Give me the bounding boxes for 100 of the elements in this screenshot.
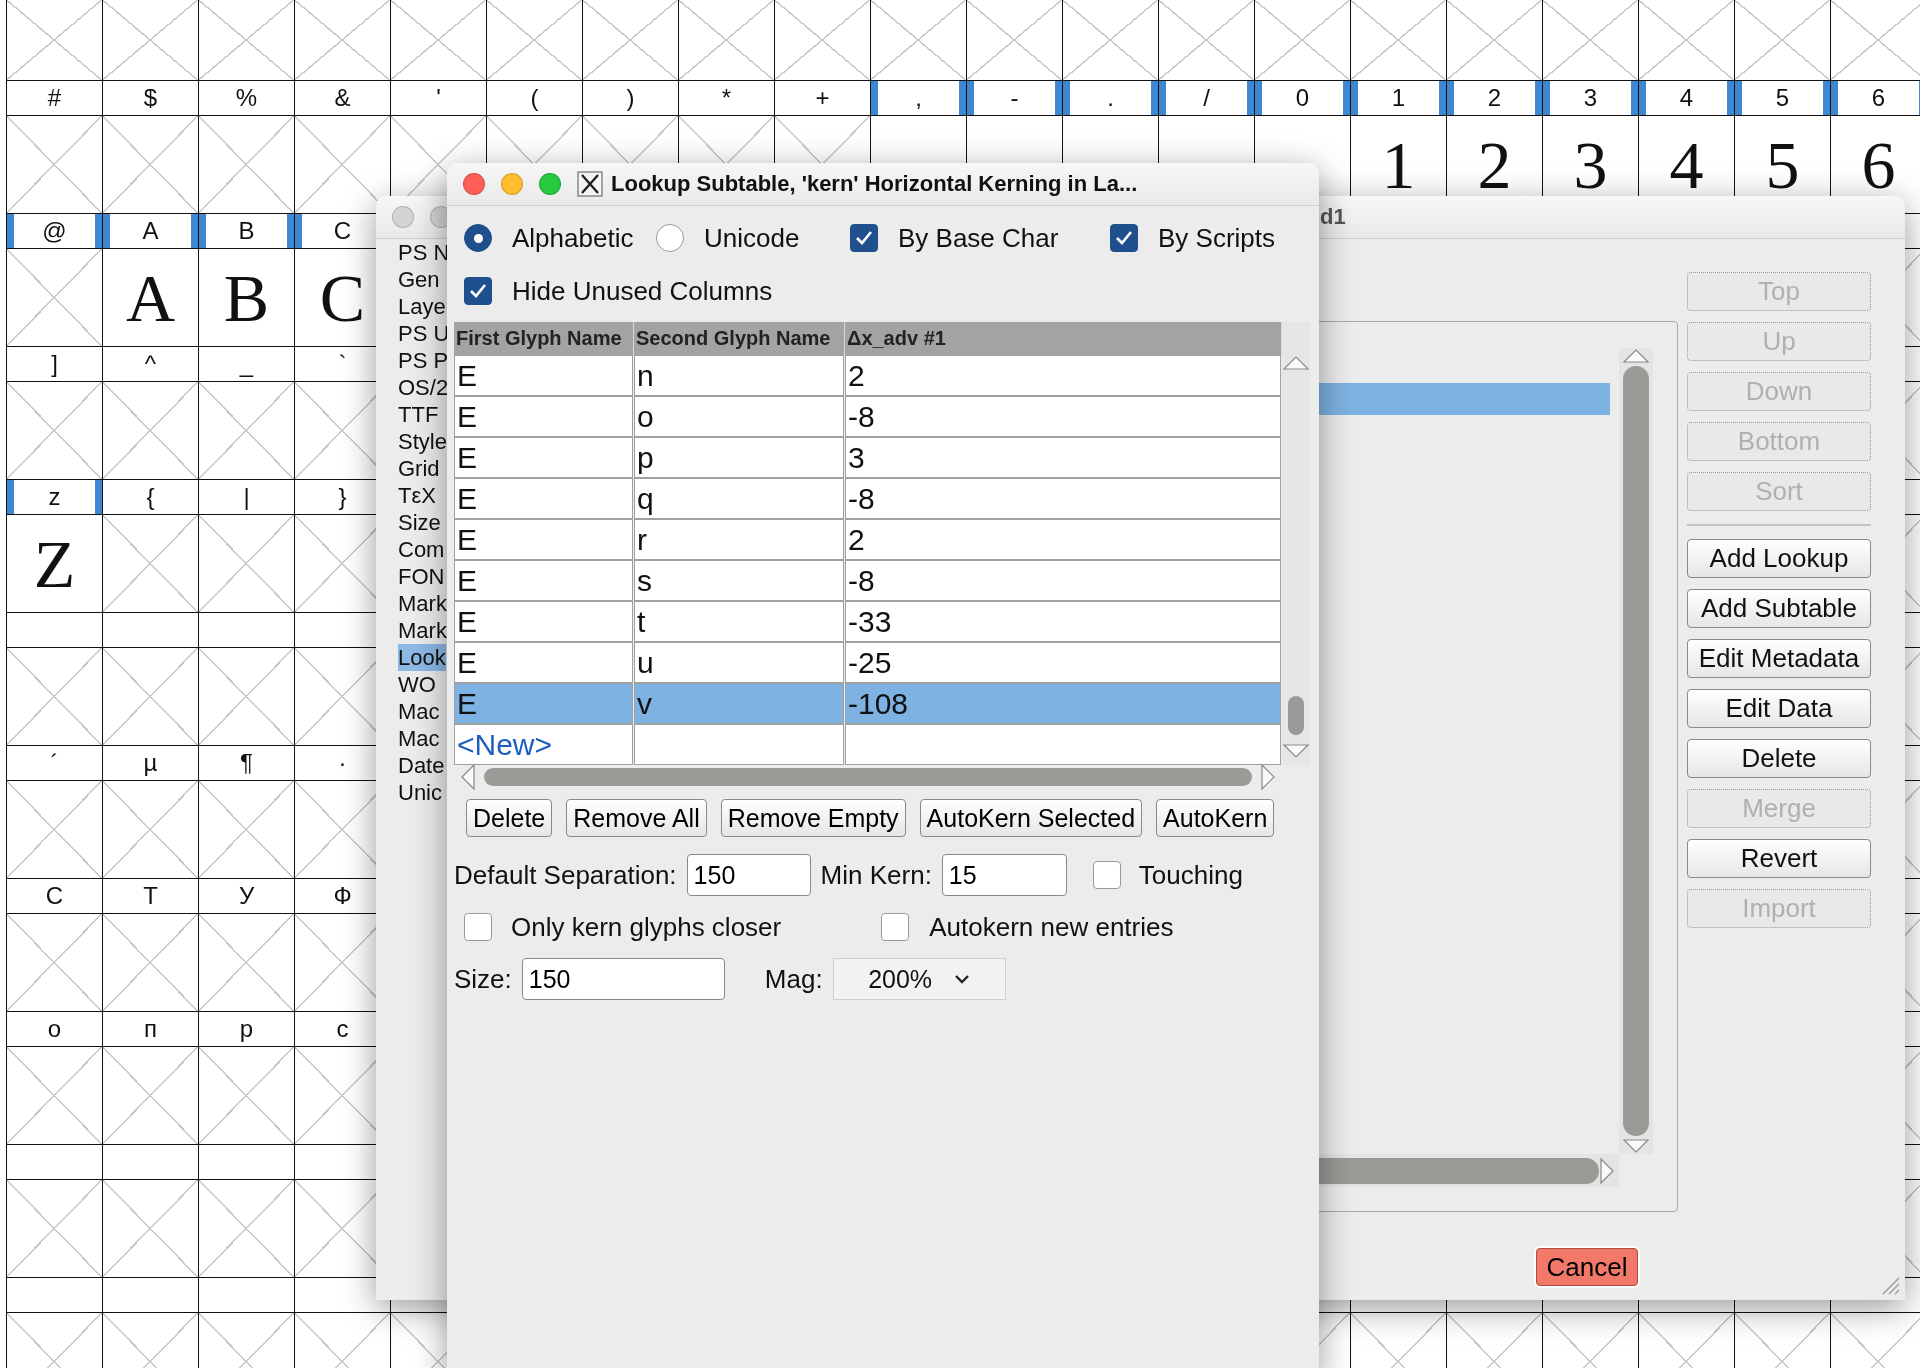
glyph-preview: 3 [1573,130,1608,199]
sidebar-item[interactable]: TεX [398,482,436,509]
glyph-label: , [870,81,966,115]
input-field[interactable]: 150 [686,854,811,896]
mag-select[interactable]: 200% [832,958,1006,1000]
checkbox[interactable] [464,277,492,305]
table-cell[interactable]: E [454,355,633,396]
sidebar-item[interactable]: Gen [398,266,440,293]
action-button[interactable]: Remove Empty [720,799,906,837]
checkbox[interactable] [881,913,910,941]
sidebar-item[interactable]: Grid [398,455,440,482]
new-entry-cell[interactable]: <New> [454,724,633,765]
table-cell[interactable]: s [634,560,844,601]
glyph-label: 2 [1446,81,1542,115]
table-cell[interactable]: u [634,642,844,683]
scroll-left-icon[interactable] [460,763,476,791]
option-label: By Base Char [898,222,1059,254]
glyph-preview: B [223,263,270,332]
close-button[interactable] [463,173,485,195]
side-button[interactable]: Revert [1687,839,1871,878]
input-field[interactable]: 150 [521,958,725,1000]
sidebar-item[interactable]: PS P [398,347,449,374]
side-button[interactable]: Add Subtable [1687,589,1871,628]
table-cell[interactable]: E [454,437,633,478]
action-button[interactable]: AutoKern [1156,799,1275,837]
table-cell[interactable]: -33 [845,601,1281,642]
input-field[interactable]: 15 [941,854,1067,896]
cancel-button[interactable]: Cancel [1536,1248,1638,1286]
table-cell[interactable]: E [454,519,633,560]
table-cell[interactable]: E [454,396,633,437]
table-cell[interactable]: -8 [845,560,1281,601]
table-cell[interactable]: n [634,355,844,396]
table-cell[interactable]: E [454,560,633,601]
sidebar-item[interactable]: Mac [398,725,440,752]
scroll-down-icon[interactable] [1622,1138,1650,1154]
side-button[interactable]: Add Lookup [1687,539,1871,578]
checkbox[interactable] [1110,224,1138,252]
table-cell[interactable]: -108 [845,683,1281,724]
checkmark-icon [469,283,487,299]
table-cell[interactable]: E [454,683,633,724]
glyph-label: % [198,81,294,115]
close-button[interactable] [392,206,414,228]
sidebar-item[interactable]: OS/2 [398,374,449,401]
glyph-label: - [966,81,1062,115]
radio-button[interactable] [464,224,492,252]
table-cell[interactable]: -25 [845,642,1281,683]
sidebar-item[interactable]: Mark [398,617,447,644]
sidebar-item[interactable]: Look [398,644,446,671]
glyph-label: _ [198,347,294,381]
glyph-label: ) [582,81,678,115]
action-button[interactable]: Delete [466,799,553,837]
table-cell[interactable]: t [634,601,844,642]
action-button[interactable]: AutoKern Selected [919,799,1143,837]
scroll-up-icon[interactable] [1622,348,1650,364]
sidebar-item[interactable]: WO [398,671,436,698]
scroll-right-icon[interactable] [1260,763,1276,791]
minimize-button[interactable] [501,173,523,195]
sidebar-item[interactable]: Mac [398,698,440,725]
table-cell[interactable]: E [454,601,633,642]
table-cell[interactable]: 2 [845,519,1281,560]
sidebar-item[interactable]: FON [398,563,445,590]
option-label: Touching [1138,859,1243,891]
sidebar-item[interactable]: Unic [398,779,442,806]
scrollbar-thumb[interactable] [484,768,1252,786]
option-label: Only kern glyphs closer [511,911,782,943]
glyph-label: * [678,81,774,115]
sidebar-item[interactable]: TTF [398,401,439,428]
table-cell[interactable]: o [634,396,844,437]
sidebar-item[interactable]: Date [398,752,445,779]
scroll-down-icon[interactable] [1282,743,1310,759]
scroll-up-icon[interactable] [1282,355,1310,371]
table-cell[interactable]: r [634,519,844,560]
table-cell[interactable] [845,724,1281,765]
scrollbar-thumb[interactable] [1288,696,1304,735]
scrollbar-thumb[interactable] [1623,366,1649,1136]
table-cell[interactable]: q [634,478,844,519]
checkbox[interactable] [464,913,492,941]
table-cell[interactable]: E [454,642,633,683]
side-button[interactable]: Delete [1687,739,1871,778]
table-cell[interactable] [634,724,844,765]
checkbox[interactable] [1092,861,1121,889]
side-button[interactable]: Edit Data [1687,689,1871,728]
sidebar-item[interactable]: Mark [398,590,447,617]
radio-button[interactable] [656,224,684,252]
table-cell[interactable]: 3 [845,437,1281,478]
table-cell[interactable]: 2 [845,355,1281,396]
table-cell[interactable]: v [634,683,844,724]
zoom-button[interactable] [539,173,561,195]
sidebar-item[interactable]: Com [398,536,445,563]
sidebar-item[interactable]: Size [398,509,441,536]
action-button[interactable]: Remove All [566,799,707,837]
sidebar-item[interactable]: Style [398,428,447,455]
table-cell[interactable]: -8 [845,478,1281,519]
table-cell[interactable]: -8 [845,396,1281,437]
table-cell[interactable]: p [634,437,844,478]
checkbox[interactable] [850,224,878,252]
table-cell[interactable]: E [454,478,633,519]
sidebar-item[interactable]: Laye [398,293,446,320]
option-label: Hide Unused Columns [512,275,773,307]
side-button[interactable]: Edit Metadata [1687,639,1871,678]
